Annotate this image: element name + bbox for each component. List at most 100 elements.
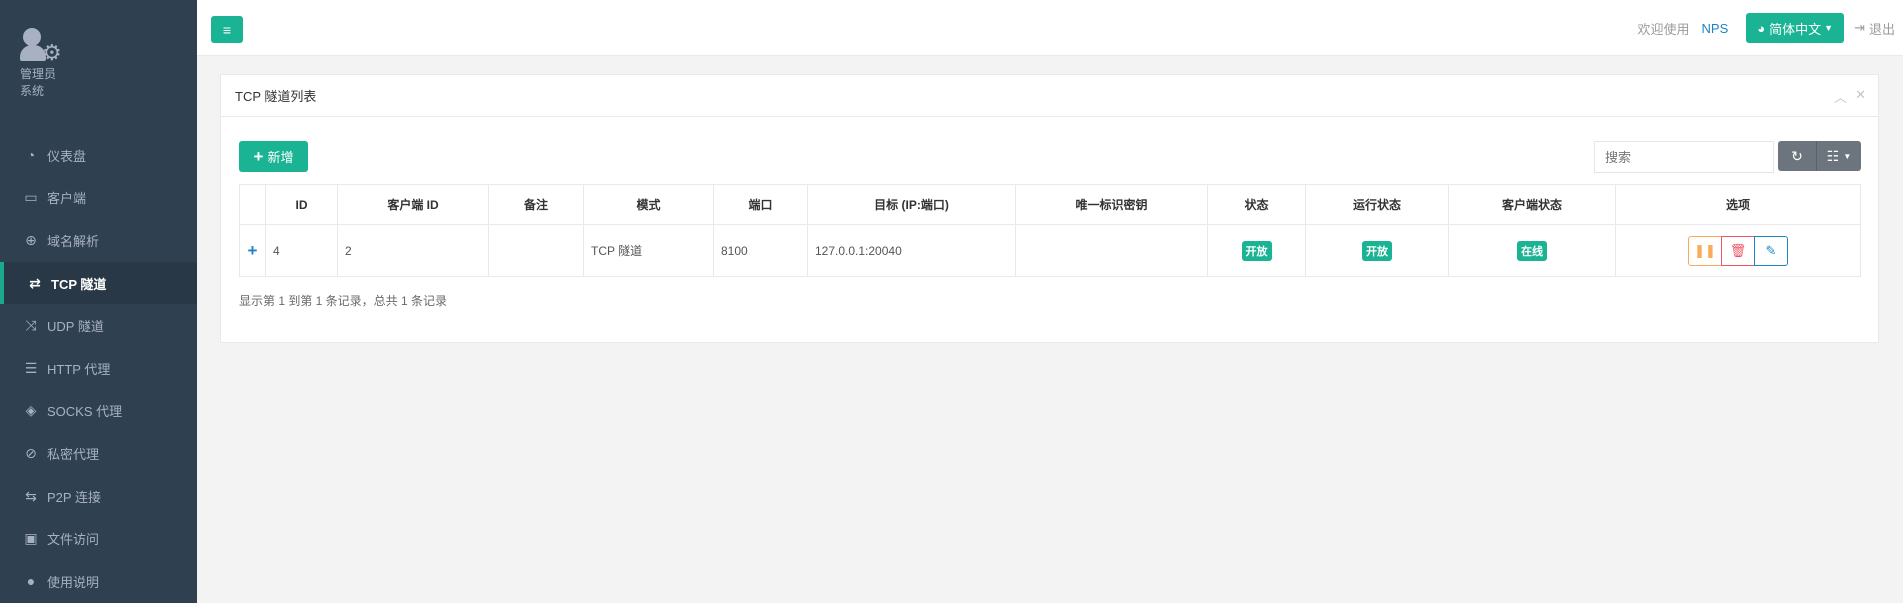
sidebar-item-http[interactable]: ☰ HTTP 代理 [0,347,197,390]
column-header[interactable]: 运行状态 [1305,184,1449,225]
cell-client-status: 在线 [1448,224,1616,277]
add-label: 新增 [267,150,294,165]
table-row: + 4 2 TCP 隧道 8100 127.0.0.1:20040 开放 开放 … [239,224,1861,277]
expand-header [239,184,266,225]
columns-dropdown-button[interactable]: ☷ ▼ [1817,141,1861,171]
column-header[interactable]: 客户端状态 [1448,184,1616,225]
sidebar-item-label: 仪表盘 [47,148,87,164]
monitor-icon: ▭ [24,189,38,206]
cell-remark [488,224,584,277]
caret-down-icon: ▼ [1843,151,1852,161]
sidebar-item-udp[interactable]: ⤨ UDP 隧道 [0,304,197,347]
delete-button[interactable]: 🗑 [1721,235,1755,266]
sign-out-icon: ⇥ [1854,20,1865,35]
exchange-icon: ⇆ [25,487,37,504]
panel-title: TCP 隧道列表 [221,75,1878,117]
sidebar-item-label: UDP 隧道 [47,319,104,335]
sidebar-item-domain[interactable]: ⊕ 域名解析 [0,219,197,262]
eye-slash-icon: ⊘ [25,444,37,461]
add-button[interactable]: + 新增 [239,141,308,172]
retweet-icon: ⇄ [29,274,41,291]
client-status-badge: 在线 [1517,240,1547,261]
expand-row-icon[interactable]: + [239,224,266,277]
sidebar-item-label: 文件访问 [47,532,100,548]
close-icon[interactable]: ✕ [1855,87,1866,106]
hamburger-icon: ≡ [222,21,232,38]
panel-tools: ︿ ✕ [1834,87,1866,106]
cell-options: ❚❚ 🗑 ✎ [1615,224,1861,277]
columns-icon: ☷ [1826,147,1840,164]
refresh-icon: ↻ [1791,147,1803,164]
trash-icon: 🗑 [1729,242,1747,258]
cell-id: 4 [265,224,338,277]
pagination-info: 显示第 1 到第 1 条记录，总共 1 条记录 [239,294,448,308]
sidebar-item-label: HTTP 代理 [47,361,111,377]
tcp-tunnel-panel: TCP 隧道列表 ︿ ✕ + 新增 ↻ ☷▼ ID 客户端 ID 备注 模式 端… [220,74,1879,343]
sidebar-item-help[interactable]: ● 使用说明 [0,560,197,603]
tunnel-table: ID 客户端 ID 备注 模式 端口 目标 (IP:端口) 唯一标识密钥 状态 … [239,184,1861,277]
column-header[interactable]: 目标 (IP:端口) [807,184,1016,225]
plus-icon: + [253,146,264,166]
column-header[interactable]: 状态 [1207,184,1306,225]
briefcase-icon: ▣ [24,530,38,547]
layers-icon: ◈ [25,402,37,419]
sidebar-item-p2p[interactable]: ⇆ P2P 连接 [0,475,197,518]
language-dropdown-button[interactable]: ◕ 简体中文 ▼ [1746,13,1845,43]
admin-avatar-icon: ⚙ [20,28,68,66]
cell-status: 开放 [1207,224,1306,277]
edit-icon: ✎ [1765,242,1777,258]
run-status-badge: 开放 [1362,240,1392,261]
table-toolbar: ↻ ☷ ▼ [1778,141,1861,171]
lightbulb-icon: ● [26,573,36,590]
column-header[interactable]: 客户端 ID [337,184,489,225]
server-icon: ☰ [24,359,38,376]
status-badge: 开放 [1241,240,1272,261]
sidebar-item-socks[interactable]: ◈ SOCKS 代理 [0,390,197,433]
welcome-text: 欢迎使用 [1637,21,1690,37]
dashboard-icon: ◔ [26,147,36,164]
brand-link[interactable]: NPS [1702,21,1729,36]
column-header[interactable]: 唯一标识密钥 [1015,184,1208,225]
cell-client-id: 2 [337,224,489,277]
profile: ⚙ 管理员 系统 [0,0,197,120]
cell-target: 127.0.0.1:20040 [807,224,1016,277]
language-label: 简体中文 [1769,21,1822,37]
cell-port: 8100 [713,224,808,277]
sidebar-item-dashboard[interactable]: ◔ 仪表盘 [0,134,197,177]
profile-role: 系统 [20,84,45,98]
edit-button[interactable]: ✎ [1754,235,1788,266]
cell-run-status: 开放 [1305,224,1449,277]
sidebar-item-tcp[interactable]: ⇄ TCP 隧道 [0,261,197,305]
random-icon: ⤨ [25,317,37,334]
search-input[interactable] [1594,141,1774,173]
row-actions: ❚❚ 🗑 ✎ [1623,235,1853,266]
sidebar-item-label: SOCKS 代理 [47,404,123,420]
menu-toggle-button[interactable]: ≡ [211,16,243,43]
refresh-button[interactable]: ↻ [1778,141,1817,171]
sidebar-nav: ◔ 仪表盘 ▭ 客户端 ⊕ 域名解析 ⇄ TCP 隧道 ⤨ UDP 隧道 ☰ HTTP 代理… [0,134,197,603]
pause-icon: ❚❚ [1694,242,1716,258]
pause-button[interactable]: ❚❚ [1688,235,1722,266]
collapse-icon[interactable]: ︿ [1834,87,1847,106]
topbar-right: 欢迎使用 NPS ◕ 简体中文 ▼ ⇥ 退出 [1638,13,1895,43]
column-header[interactable]: ID [265,184,338,225]
table-header-row: ID 客户端 ID 备注 模式 端口 目标 (IP:端口) 唯一标识密钥 状态 … [239,184,1861,225]
column-header[interactable]: 端口 [713,184,808,225]
topbar: ≡ 欢迎使用 NPS ◕ 简体中文 ▼ ⇥ 退出 [197,0,1903,56]
column-header[interactable]: 模式 [583,184,714,225]
sidebar-item-clients[interactable]: ▭ 客户端 [0,177,197,220]
logout-link[interactable]: ⇥ 退出 [1854,19,1895,38]
sidebar-item-private[interactable]: ⊘ 私密代理 [0,432,197,475]
sidebar-item-label: P2P 连接 [47,489,101,505]
globe-icon: ◕ [1757,20,1766,36]
cell-mode: TCP 隧道 [583,224,714,277]
sidebar-item-file[interactable]: ▣ 文件访问 [0,517,197,560]
sidebar-item-label: 私密代理 [47,446,100,462]
sidebar-item-label: TCP 隧道 [51,276,107,292]
caret-down-icon: ▼ [1824,23,1834,33]
sidebar-item-label: 使用说明 [47,574,100,590]
globe-icon: ⊕ [25,231,37,248]
sidebar-item-label: 域名解析 [47,233,100,249]
column-header[interactable]: 备注 [488,184,584,225]
column-header: 选项 [1615,184,1861,225]
